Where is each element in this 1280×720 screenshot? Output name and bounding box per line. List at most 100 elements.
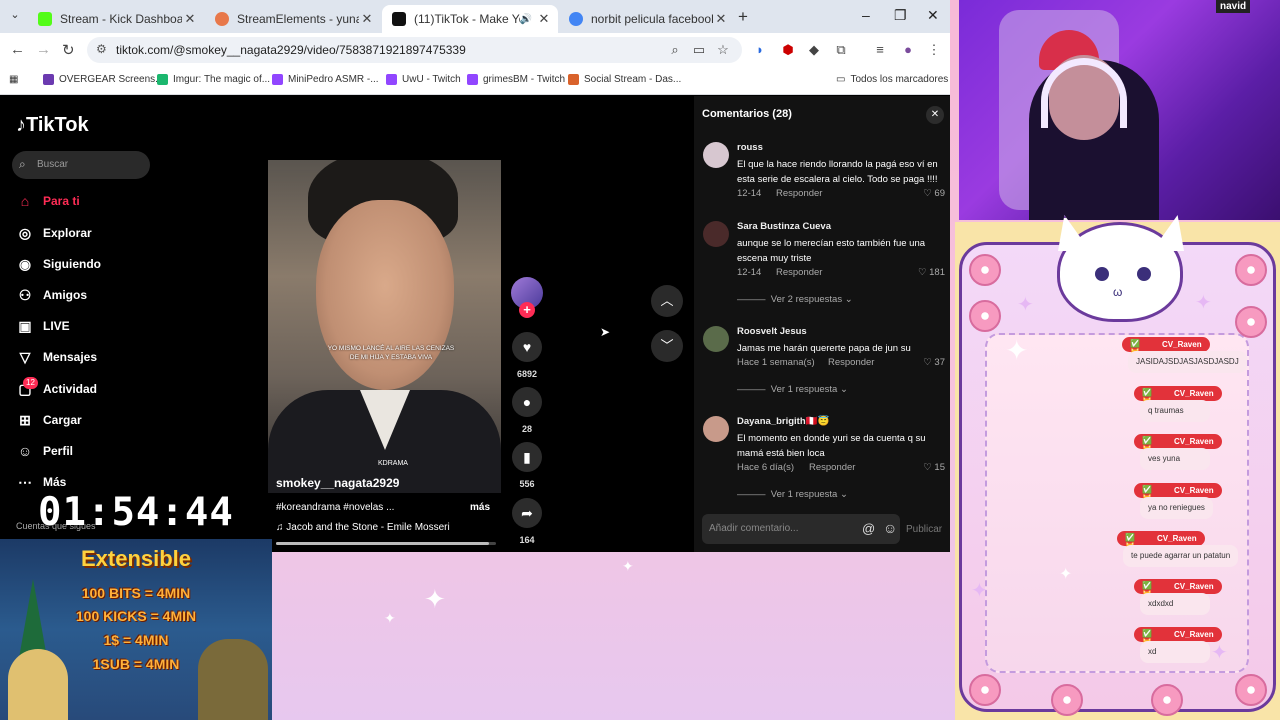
browser-menu-icon[interactable]: ⋮ — [926, 42, 942, 58]
forward-arrow-icon[interactable]: → — [36, 41, 51, 58]
commenter-avatar[interactable] — [703, 416, 729, 442]
extension-icon[interactable]: ◆ — [806, 42, 822, 58]
commenter-name[interactable]: Dayana_brigith🇵🇪😇 — [737, 416, 829, 427]
nav-label: Mensajes — [43, 350, 98, 364]
flower-icon — [1235, 306, 1267, 338]
tab-title: (11)TikTok - Make Your Day — [414, 12, 520, 26]
tab-search-chevron-icon[interactable]: ⌄ — [6, 8, 24, 26]
install-app-icon[interactable]: ▭ — [691, 42, 707, 58]
commenter-name[interactable]: Roosvelt Jesus — [737, 326, 807, 337]
new-tab-plus-icon[interactable]: + — [738, 7, 748, 27]
nav-explorar[interactable]: ◎ Explorar — [16, 222, 92, 244]
tab-tiktok[interactable]: (11)TikTok - Make Your Day 🔊 ✕ — [382, 5, 558, 33]
publish-button[interactable]: Publicar — [906, 524, 942, 535]
video-progress-fill — [276, 542, 490, 545]
follow-plus-icon[interactable]: + — [519, 302, 535, 318]
close-window-icon[interactable]: ✕ — [927, 7, 939, 24]
cat-mascot: ω — [1057, 215, 1184, 322]
commenter-name[interactable]: Sara Bustinza Cueva — [737, 221, 831, 232]
zoom-icon[interactable]: ⌕ — [667, 42, 683, 58]
video-player[interactable]: YO MISMO LANCÉ AL AIRE LAS CENIZAS DE MI… — [268, 160, 501, 493]
commenter-avatar[interactable] — [703, 142, 729, 168]
tab-google-search[interactable]: norbit pelicula facebook - Busc ✕ — [559, 5, 735, 33]
view-replies-link[interactable]: ——— Ver 1 respuesta ⌄ — [737, 384, 848, 395]
view-replies-link[interactable]: ——— Ver 2 respuestas ⌄ — [737, 294, 853, 305]
caption-more-link[interactable]: más — [470, 502, 490, 513]
tiktok-logo[interactable]: ♪TikTok — [16, 114, 89, 137]
extensions-puzzle-icon[interactable]: ⧉ — [833, 42, 849, 58]
mention-at-icon[interactable]: @ — [862, 521, 875, 536]
webcam-background-sign: navid — [1216, 0, 1251, 13]
bookmark-imgur[interactable]: Imgur: The magic of... — [157, 74, 270, 85]
flower-icon — [1235, 674, 1267, 706]
bookmark-icon[interactable]: ▮ — [512, 442, 542, 472]
bookmark-favicon-icon — [157, 74, 168, 85]
tab-close-icon[interactable]: ✕ — [536, 11, 552, 27]
video-progress-bar[interactable] — [276, 542, 496, 545]
bookmark-grimesbm[interactable]: grimesBM - Twitch — [467, 74, 565, 85]
comment-like[interactable]: ♡ 37 — [923, 357, 945, 368]
emoji-icon[interactable]: ☺ — [883, 520, 897, 536]
bookmark-uwu[interactable]: UwU - Twitch — [386, 74, 461, 85]
previous-video-chevron-up-icon[interactable]: ︿ — [651, 285, 683, 317]
apps-grid-icon[interactable]: ▦ — [9, 74, 18, 85]
comment-like[interactable]: ♡ 15 — [923, 462, 945, 473]
reload-icon[interactable]: ↻ — [62, 41, 75, 59]
comment-bubble-icon[interactable]: ● — [512, 387, 542, 417]
heart-outline-icon: ♡ — [917, 267, 927, 278]
tab-kick-dashboard[interactable]: Stream - Kick Dashboard ✕ — [28, 5, 204, 33]
minimize-icon[interactable]: – — [862, 7, 870, 23]
all-bookmarks-folder[interactable]: ▭ Todos los marcadores — [836, 74, 948, 85]
comment-like-count: 15 — [934, 462, 945, 473]
nav-siguiendo[interactable]: ◉ Siguiendo — [16, 253, 101, 275]
sparkle-icon: ✦ — [1211, 642, 1228, 664]
reply-button[interactable]: Responder — [776, 188, 822, 199]
back-arrow-icon[interactable]: ← — [10, 41, 25, 58]
nav-label: Más — [43, 475, 67, 489]
video-author[interactable]: smokey__nagata2929 — [276, 476, 399, 490]
commenter-avatar[interactable] — [703, 221, 729, 247]
share-arrow-icon[interactable]: ➦ — [512, 498, 542, 528]
site-info-icon[interactable]: ⚙ — [96, 42, 107, 56]
tab-close-icon[interactable]: ✕ — [359, 11, 375, 27]
restore-window-icon[interactable]: ❐ — [894, 7, 907, 24]
view-replies-link[interactable]: ——— Ver 1 respuesta ⌄ — [737, 489, 848, 500]
audio-playing-icon[interactable]: 🔊 — [520, 14, 532, 25]
nav-amigos[interactable]: ⚇ Amigos — [16, 284, 87, 306]
tab-close-icon[interactable]: ✕ — [713, 11, 729, 27]
profile-avatar-icon[interactable]: ● — [900, 42, 916, 57]
nav-cargar[interactable]: ⊞ Cargar — [16, 409, 82, 431]
nav-para-ti[interactable]: ⌂ Para ti — [16, 190, 80, 212]
search-input[interactable]: ⌕ Buscar — [12, 151, 150, 179]
close-comments-icon[interactable]: ✕ — [926, 106, 944, 124]
bookmark-social-stream[interactable]: Social Stream - Das... — [568, 74, 681, 85]
add-comment-input[interactable]: Añadir comentario... @ ☺ — [702, 514, 900, 544]
nav-mensajes[interactable]: ▽ Mensajes — [16, 346, 97, 368]
reply-button[interactable]: Responder — [776, 267, 822, 278]
adblock-icon[interactable]: ⬢ — [780, 42, 796, 58]
reply-button[interactable]: Responder — [828, 357, 874, 368]
tab-streamelements[interactable]: StreamElements - yunagiselle ✕ — [205, 5, 381, 33]
media-control-icon[interactable]: ≡ — [872, 42, 888, 57]
bookmark-overgear[interactable]: OVERGEAR Screens... — [43, 74, 163, 85]
browser-toolbar: ← → ↻ ⚙ tiktok.com/@smokey__nagata2929/v… — [0, 33, 950, 67]
comment-text: El que la hace riendo llorando la pagá e… — [737, 159, 938, 185]
nav-live[interactable]: ▣ LIVE — [16, 315, 69, 337]
comment-like[interactable]: ♡ 181 — [918, 267, 945, 278]
extension-audio-icon[interactable]: ◗ — [752, 42, 768, 57]
video-music[interactable]: ♫ Jacob and the Stone - Emile Mosseri — [276, 522, 450, 533]
video-caption: #koreandrama #novelas ... — [276, 502, 395, 513]
next-video-chevron-down-icon[interactable]: ﹀ — [651, 330, 683, 362]
like-heart-icon[interactable]: ♥ — [512, 332, 542, 362]
nav-perfil[interactable]: ☺ Perfil — [16, 440, 73, 462]
commenter-avatar[interactable] — [703, 326, 729, 352]
bookmark-minipedro[interactable]: MiniPedro ASMR -... — [272, 74, 379, 85]
comments-title: Comentarios (28) — [702, 108, 792, 120]
reply-button[interactable]: Responder — [809, 462, 855, 473]
address-bar[interactable]: ⚙ tiktok.com/@smokey__nagata2929/video/7… — [87, 37, 742, 63]
comment-like[interactable]: ♡ 69 — [923, 188, 945, 199]
extensible-title: Extensible — [80, 546, 192, 571]
commenter-name[interactable]: rouss — [737, 142, 763, 153]
bookmark-star-icon[interactable]: ☆ — [715, 42, 731, 58]
tab-close-icon[interactable]: ✕ — [182, 11, 198, 27]
